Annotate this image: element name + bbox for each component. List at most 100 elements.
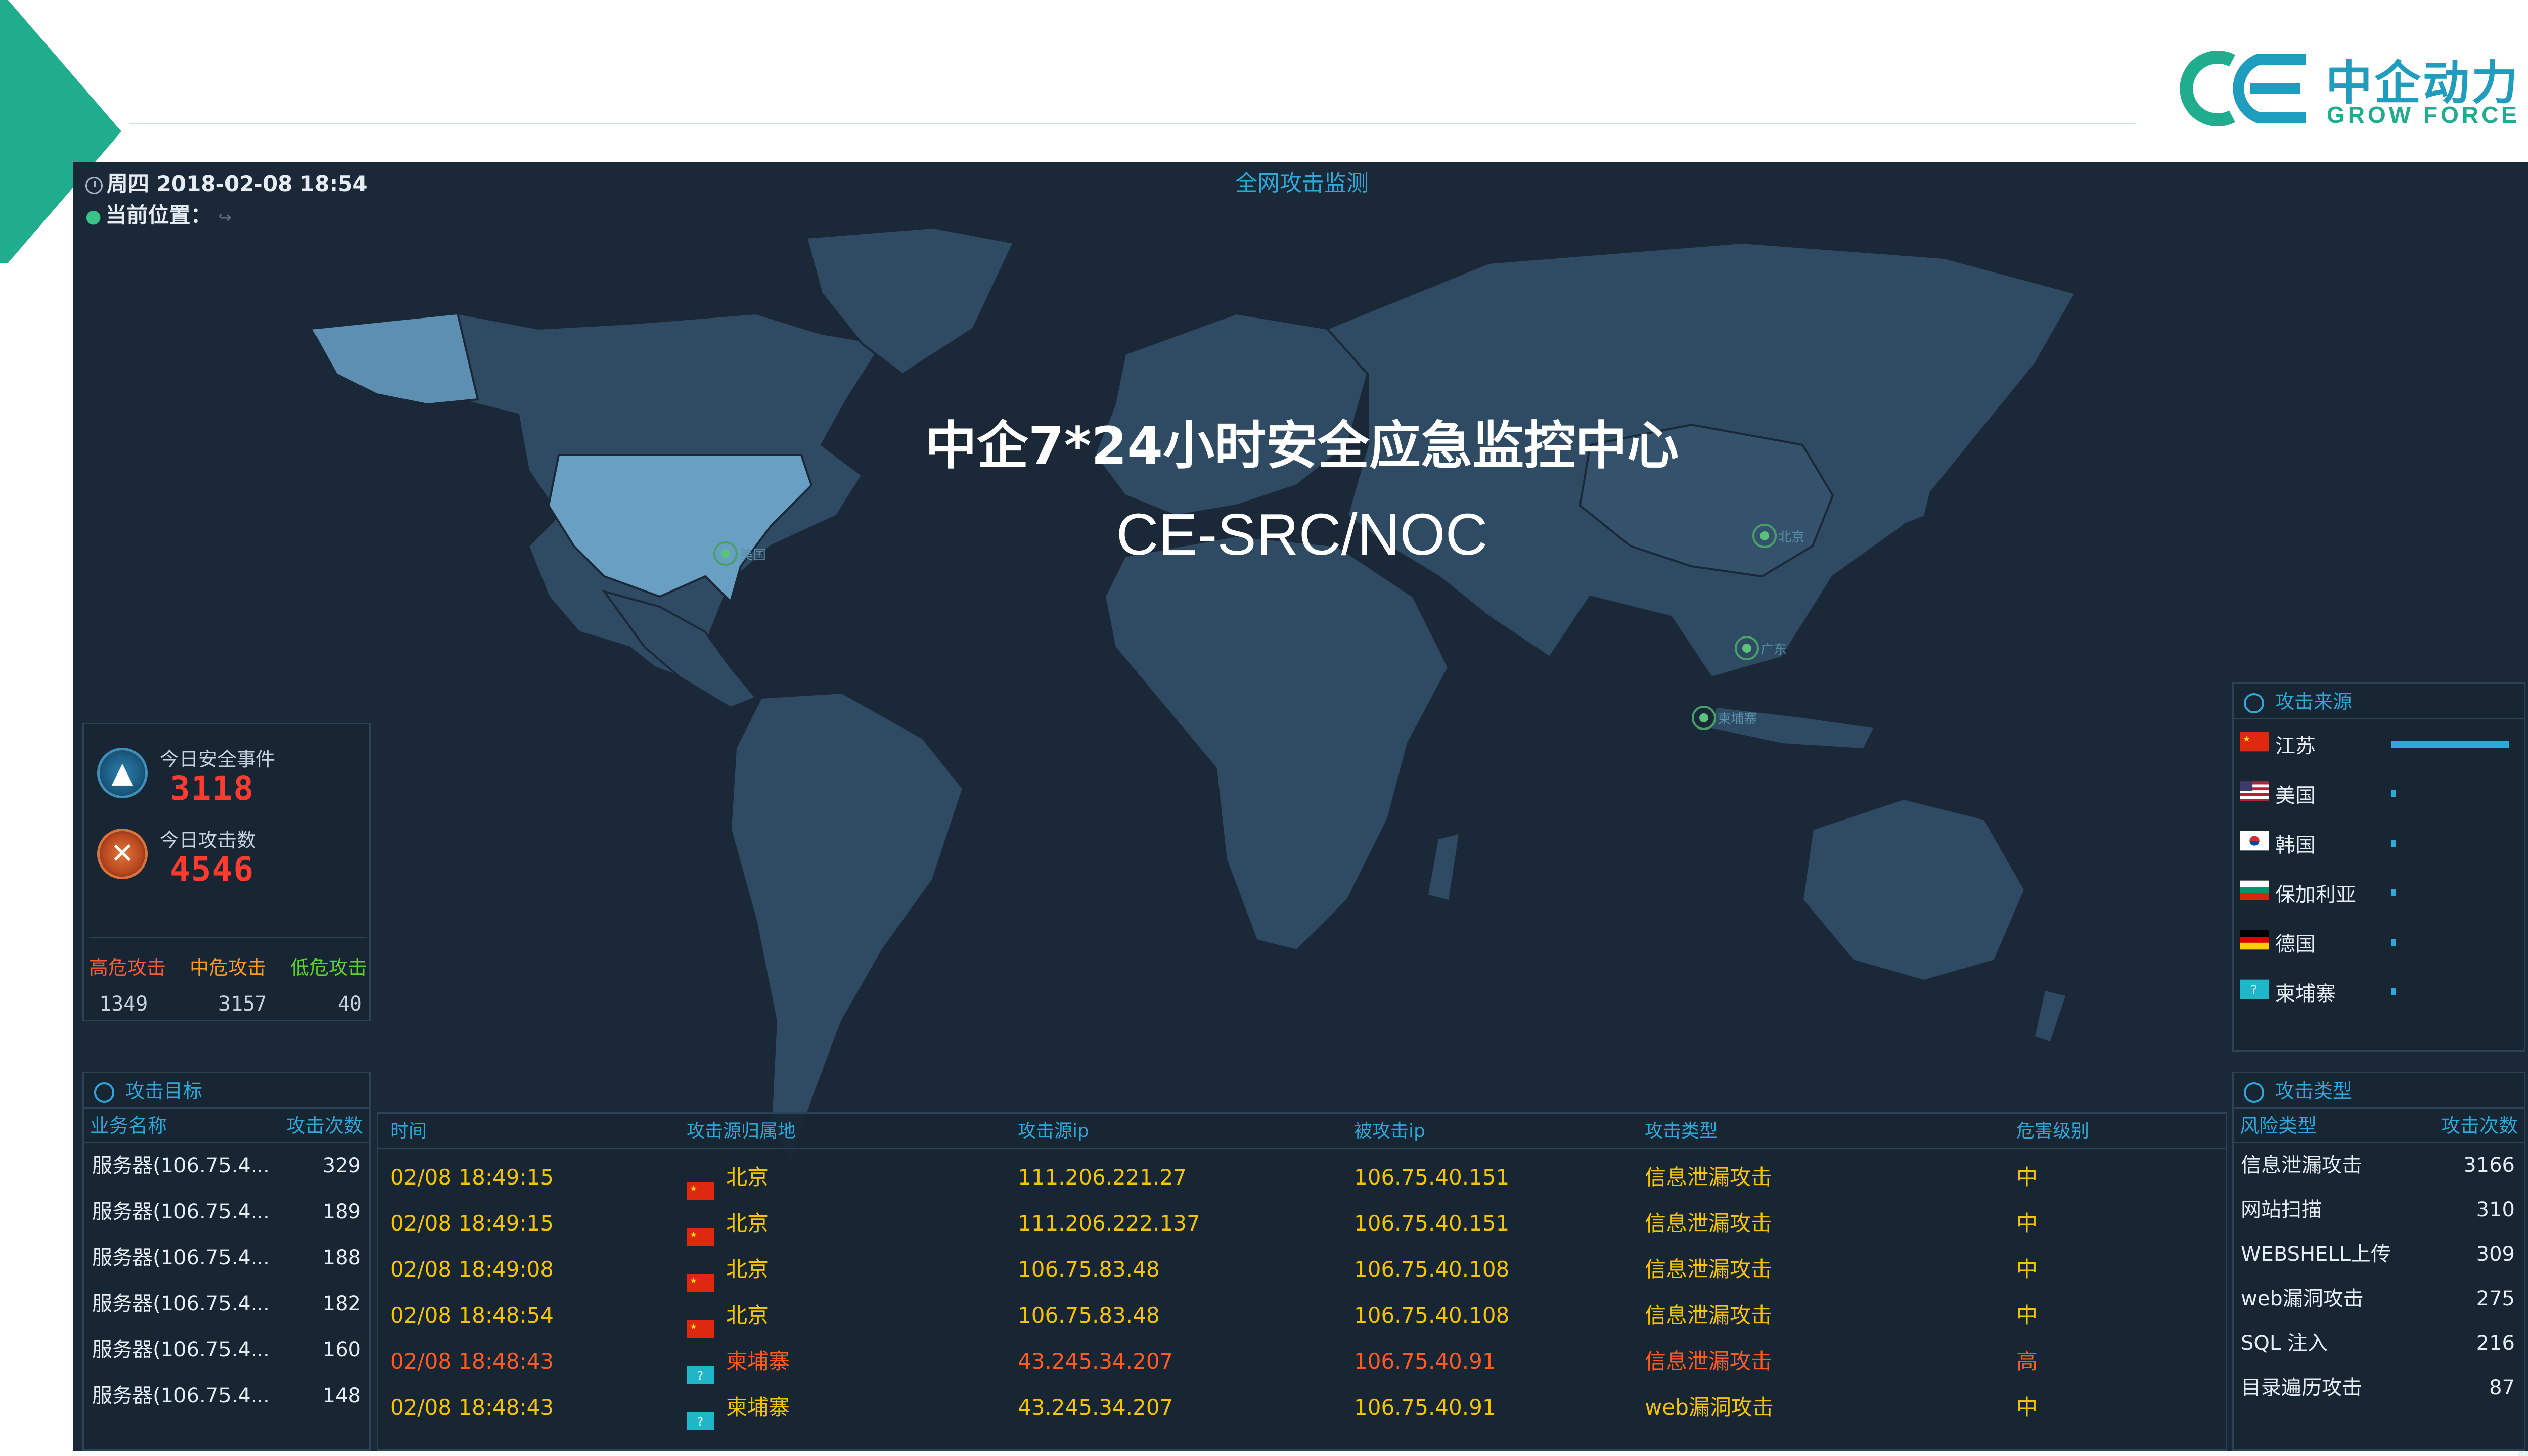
stat-events-label: 今日安全事件	[160, 748, 276, 770]
col-business-name: 业务名称	[90, 1115, 167, 1137]
attack-type-name: WEBSHELL上传	[2241, 1243, 2391, 1266]
attack-type-row[interactable]: 目录遍历攻击 87	[2234, 1366, 2524, 1410]
source-name: 韩国	[2275, 834, 2316, 857]
svg-text:★: ★	[690, 1184, 697, 1193]
source-item[interactable]: ★ 江苏	[2240, 724, 2518, 760]
event-dst-ip: 106.75.40.108	[1354, 1257, 1510, 1282]
target-row[interactable]: 服务器(106.75.4... 189	[84, 1189, 369, 1235]
event-dst-ip: 106.75.40.91	[1354, 1395, 1496, 1420]
event-time: 02/08 18:48:43	[390, 1349, 554, 1374]
source-item[interactable]: ? 柬埔寨	[2240, 972, 2518, 1008]
stat-attacks-label: 今日攻击数	[160, 829, 256, 851]
event-dst-ip: 106.75.40.151	[1354, 1165, 1510, 1190]
header-rule	[129, 123, 2136, 124]
event-src-ip: 111.206.222.137	[1018, 1211, 1200, 1236]
attack-sources-header: 攻击来源	[2234, 684, 2524, 719]
source-name: 德国	[2275, 933, 2316, 956]
target-name: 服务器(106.75.4...	[92, 1200, 270, 1223]
event-row[interactable]: 02/08 18:49:08 ★ 北京 106.75.83.48 106.75.40.1…	[378, 1246, 2226, 1292]
flag-us-icon	[2240, 781, 2269, 801]
attack-type-row[interactable]: WEBSHELL上传 309	[2234, 1232, 2524, 1277]
severity-medium-label: 中危攻击	[189, 957, 266, 979]
target-row[interactable]: 服务器(106.75.4... 188	[84, 1235, 369, 1281]
source-item[interactable]: 韩国	[2240, 824, 2518, 859]
event-time: 02/08 18:49:15	[390, 1211, 554, 1236]
event-origin-text: 北京	[726, 1303, 769, 1328]
source-share-bar	[2391, 939, 2396, 946]
source-item[interactable]: 保加利亚	[2240, 873, 2518, 908]
target-count: 182	[322, 1292, 361, 1315]
target-row[interactable]: 服务器(106.75.4... 148	[84, 1373, 369, 1419]
attack-type-name: 目录遍历攻击	[2241, 1376, 2362, 1399]
event-dst-ip: 106.75.40.91	[1354, 1349, 1496, 1374]
event-src-ip: 111.206.221.27	[1018, 1165, 1187, 1190]
attack-type-row[interactable]: web漏洞攻击 275	[2234, 1277, 2524, 1321]
attack-types-rows: 信息泄漏攻击 3166 网站扫描 310 WEBSHELL上传 309 web漏洞攻击 275…	[2234, 1143, 2524, 1410]
col-origin: 攻击源归属地	[687, 1121, 796, 1142]
hero-title: 中企7*24小时安全应急监控中心	[925, 416, 1679, 476]
target-row[interactable]: 服务器(106.75.4... 329	[84, 1143, 369, 1189]
event-origin: ★ 北京	[687, 1246, 769, 1292]
severity-values: 1349 3157 40	[99, 992, 362, 1016]
severity-low-value: 40	[337, 992, 362, 1016]
target-count: 329	[322, 1154, 361, 1177]
event-type: 信息泄漏攻击	[1645, 1257, 1773, 1282]
col-risk-type: 风险类型	[2240, 1115, 2317, 1137]
event-row[interactable]: 02/08 18:48:43? 柬埔寨 43.245.34.207 106.75.40…	[378, 1384, 2226, 1430]
event-level: 中	[2016, 1165, 2038, 1190]
attack-targets-header: 攻击目标	[84, 1073, 369, 1109]
event-level: 中	[2016, 1257, 2038, 1282]
attack-sources-panel: 攻击来源 ★ 江苏美国韩国保加利亚德国 ? 柬埔寨	[2232, 682, 2525, 1052]
source-share-bar	[2391, 790, 2396, 797]
target-count: 160	[322, 1338, 361, 1361]
attack-type-row[interactable]: 信息泄漏攻击 3166	[2234, 1143, 2524, 1188]
target-name: 服务器(106.75.4...	[92, 1384, 270, 1407]
attack-type-name: SQL 注入	[2241, 1332, 2328, 1355]
attack-type-row[interactable]: SQL 注入 216	[2234, 1321, 2524, 1366]
event-dst-ip: 106.75.40.108	[1354, 1303, 1510, 1328]
target-name: 服务器(106.75.4...	[92, 1246, 270, 1269]
event-origin: ? 柬埔寨	[687, 1338, 790, 1384]
event-dst-ip: 106.75.40.151	[1354, 1211, 1510, 1236]
datetime-text: 周四 2018-02-08 18:54	[107, 171, 368, 196]
dashboard-title: 全网攻击监测	[1235, 170, 1369, 196]
flag-kr-icon	[2240, 831, 2269, 851]
attack-types-table-header: 风险类型 攻击次数	[2234, 1109, 2524, 1143]
event-level: 中	[2016, 1395, 2038, 1420]
event-row[interactable]: 02/08 18:48:54 ★ 北京 106.75.83.48 106.75.40.1…	[378, 1292, 2226, 1338]
brand-logo: 中企动力 GROW FORCE	[2169, 46, 2528, 131]
col-level: 危害级别	[2016, 1121, 2090, 1142]
attack-type-count: 275	[2476, 1287, 2515, 1310]
event-row[interactable]: 02/08 18:49:15 ★ 北京 111.206.222.137 106.75.4…	[378, 1200, 2226, 1246]
clock-icon	[85, 176, 103, 194]
stat-events-value: 3118	[170, 769, 254, 808]
event-row[interactable]: 02/08 18:49:15 ★ 北京 111.206.221.27 106.75.40…	[378, 1154, 2226, 1200]
event-type: 信息泄漏攻击	[1645, 1165, 1773, 1190]
source-share-bar	[2391, 889, 2396, 896]
today-stats-panel: ▲ 今日安全事件 3118 ✕ 今日攻击数 4546 高危攻击 中危攻击 低危攻…	[82, 723, 371, 1021]
attack-event-log: 时间 攻击源归属地 攻击源ip 被攻击ip 攻击类型 危害级别 02/08 18…	[377, 1112, 2227, 1451]
event-level: 中	[2016, 1211, 2038, 1236]
svg-text:★: ★	[690, 1322, 697, 1331]
hero-subtitle: CE-SRC/NOC	[1116, 502, 1488, 567]
target-name: 服务器(106.75.4...	[92, 1338, 270, 1361]
attack-type-name: 信息泄漏攻击	[2241, 1154, 2362, 1177]
flag-cn-icon: ★	[2240, 732, 2269, 752]
source-share-bar	[2391, 741, 2509, 748]
col-attack-type: 攻击类型	[1645, 1121, 1718, 1142]
location-arrow-icon[interactable]: ↪	[218, 209, 231, 226]
flag-bg-icon	[2240, 880, 2269, 900]
attack-targets-table-header: 业务名称 攻击次数	[84, 1109, 369, 1143]
target-row[interactable]: 服务器(106.75.4... 160	[84, 1327, 369, 1373]
source-item[interactable]: 美国	[2240, 774, 2518, 809]
event-origin-text: 北京	[726, 1257, 769, 1282]
event-src-ip: 106.75.83.48	[1018, 1303, 1160, 1328]
attack-type-row[interactable]: 网站扫描 310	[2234, 1188, 2524, 1232]
event-row[interactable]: 02/08 18:48:43? 柬埔寨 43.245.34.207 106.75.40…	[378, 1338, 2226, 1384]
event-level: 高	[2016, 1349, 2038, 1374]
target-row[interactable]: 服务器(106.75.4... 182	[84, 1281, 369, 1327]
target-name: 服务器(106.75.4...	[92, 1154, 270, 1177]
attack-monitor-dashboard: 美国 北京 广东 柬埔寨 全网攻击监测 周四 2018-02-08 18:54 …	[73, 162, 2528, 1451]
source-item[interactable]: 德国	[2240, 923, 2518, 958]
svg-text:?: ?	[697, 1369, 703, 1383]
